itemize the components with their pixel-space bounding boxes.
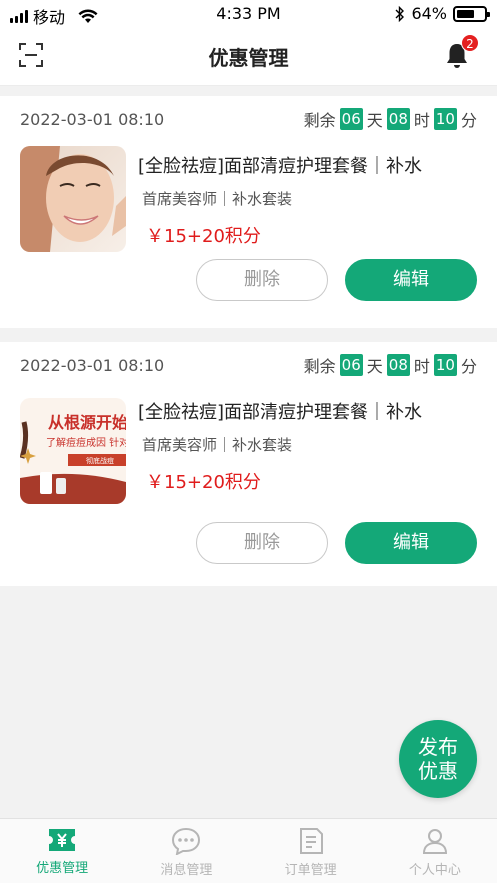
- product-price: ￥15+20积分: [146, 472, 261, 493]
- coupon-date: 2022-03-01 08:10: [20, 356, 165, 375]
- remaining-label: 剩余: [303, 111, 336, 130]
- countdown-minutes: 10: [433, 354, 457, 376]
- battery-icon: [453, 5, 490, 22]
- tab-coupons[interactable]: 优惠管理: [0, 819, 124, 883]
- hour-unit: 时: [413, 357, 430, 376]
- tab-orders[interactable]: 订单管理: [249, 819, 373, 883]
- countdown-hours: 08: [386, 108, 410, 130]
- notification-badge: 2: [461, 34, 479, 52]
- coupon-date: 2022-03-01 08:10: [20, 110, 165, 129]
- chat-icon: [172, 827, 201, 855]
- person-icon: [422, 829, 447, 854]
- page-title: 优惠管理: [208, 46, 289, 70]
- countdown-minutes: 10: [433, 108, 457, 130]
- countdown-hours: 08: [386, 354, 410, 376]
- document-icon: [299, 828, 323, 854]
- promo-text-main: 从根源开始: [48, 413, 126, 432]
- tab-label: 个人中心: [408, 863, 461, 878]
- tab-label: 消息管理: [160, 863, 213, 878]
- coupon-icon: [49, 829, 76, 851]
- tab-bar: 优惠管理 消息管理 订单管理 个人中心: [0, 818, 497, 883]
- nav-bar: 优惠管理 2: [0, 28, 497, 86]
- promo-text-tag: 彻底战痘: [86, 456, 114, 465]
- product-subtitle: 首席美容师｜补水套装: [142, 436, 293, 454]
- countdown: 剩余 06 天 08 时 10 分: [304, 107, 477, 131]
- delete-button[interactable]: 删除: [196, 522, 328, 564]
- minute-unit: 分: [460, 357, 477, 376]
- coupon-card: 2022-03-01 08:10 剩余 06 天 08 时 10 分 从根源开始…: [0, 342, 497, 586]
- hour-unit: 时: [413, 111, 430, 130]
- product-thumbnail[interactable]: [20, 146, 126, 252]
- face-photo-icon: [20, 146, 126, 252]
- product-price: ￥15+20积分: [146, 226, 261, 247]
- tab-label: 订单管理: [284, 863, 337, 878]
- fab-label-line1: 发布: [418, 735, 458, 759]
- publish-coupon-button[interactable]: 发布 优惠: [399, 720, 477, 798]
- tab-profile[interactable]: 个人中心: [373, 819, 497, 883]
- day-unit: 天: [366, 357, 383, 376]
- coupon-card: 2022-03-01 08:10 剩余 06 天 08 时 10 分 [全脸祛痘…: [0, 96, 497, 328]
- edit-button[interactable]: 编辑: [345, 522, 477, 564]
- status-bar: 移动 4:33 PM 64%: [0, 0, 497, 28]
- bluetooth-icon: [395, 5, 405, 22]
- status-right: 64%: [395, 4, 490, 23]
- countdown-days: 06: [339, 108, 363, 130]
- minute-unit: 分: [460, 111, 477, 130]
- countdown-days: 06: [339, 354, 363, 376]
- notification-button[interactable]: 2: [445, 34, 479, 70]
- product-thumbnail[interactable]: 从根源开始 了解痘痘成因 针对 彻底战痘: [20, 398, 126, 504]
- battery-percent: 64%: [411, 4, 447, 23]
- delete-button[interactable]: 删除: [196, 259, 328, 301]
- day-unit: 天: [366, 111, 383, 130]
- product-title[interactable]: [全脸祛痘]面部清痘护理套餐｜补水: [138, 152, 422, 178]
- tab-messages[interactable]: 消息管理: [124, 819, 248, 883]
- fab-label-line2: 优惠: [418, 759, 458, 783]
- countdown: 剩余 06 天 08 时 10 分: [304, 353, 477, 377]
- edit-button[interactable]: 编辑: [345, 259, 477, 301]
- tab-label: 优惠管理: [36, 861, 89, 876]
- product-subtitle: 首席美容师｜补水套装: [142, 190, 293, 208]
- promo-text-sub: 了解痘痘成因 针对: [46, 436, 126, 449]
- remaining-label: 剩余: [303, 357, 336, 376]
- product-title[interactable]: [全脸祛痘]面部清痘护理套餐｜补水: [138, 398, 422, 424]
- promo-banner-icon: 从根源开始 了解痘痘成因 针对 彻底战痘: [20, 398, 126, 504]
